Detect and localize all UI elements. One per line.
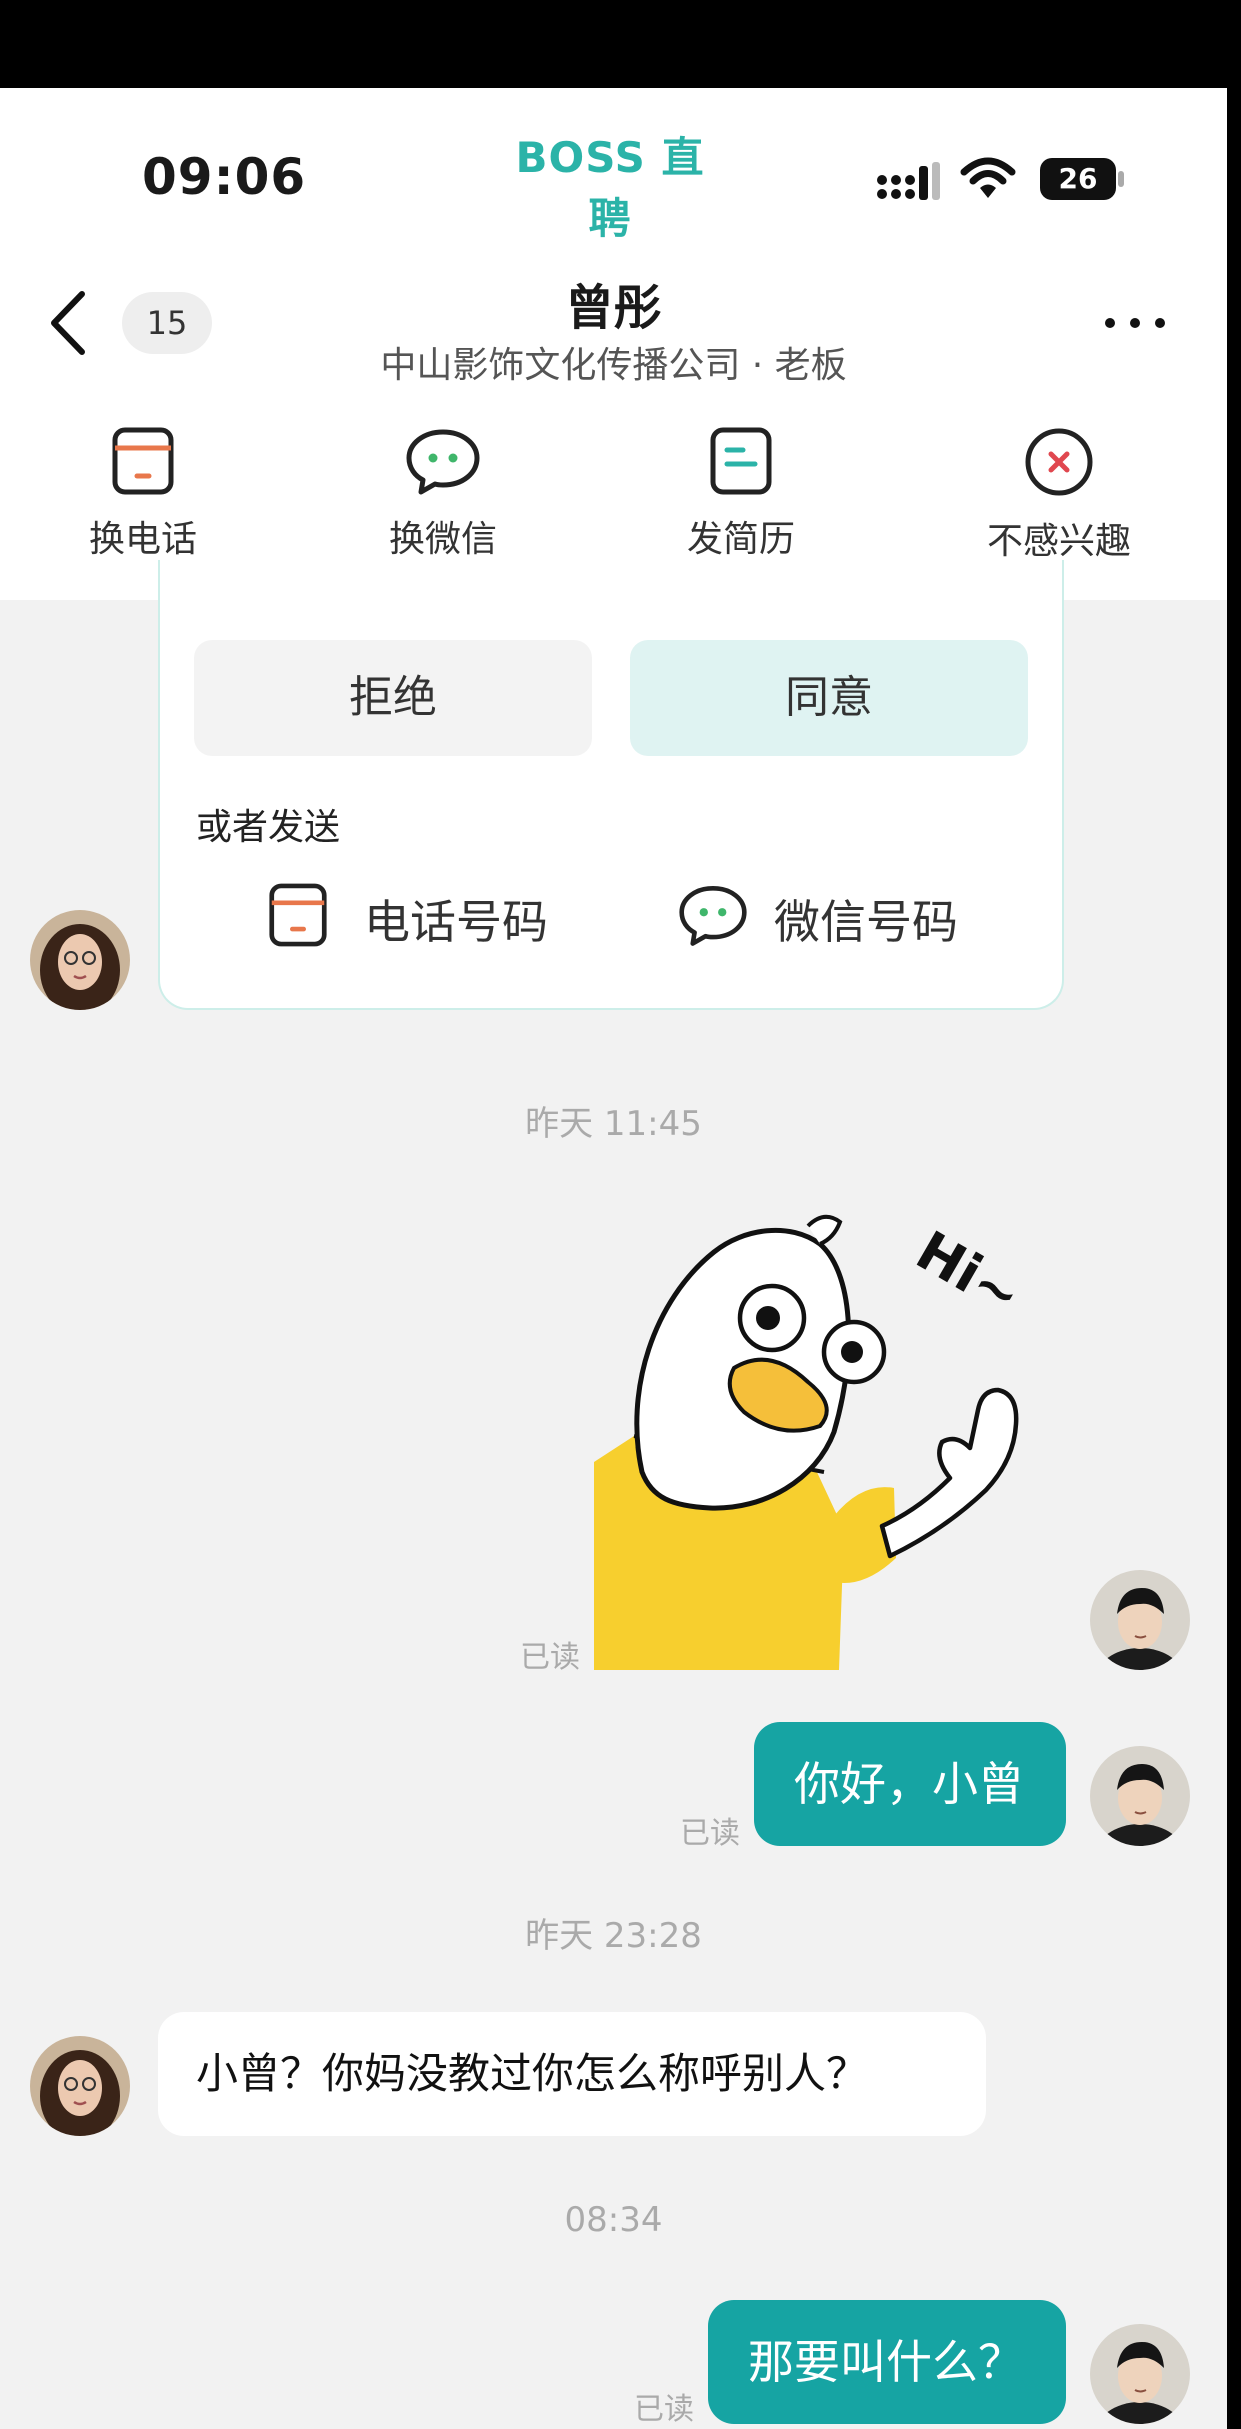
more-options-icon[interactable] xyxy=(1100,298,1170,348)
wechat-icon xyxy=(679,885,747,946)
status-time: 09:06 xyxy=(142,148,307,206)
back-arrow-icon[interactable] xyxy=(44,288,94,358)
contact-request-card: 拒绝 同意 或者发送 电话号码 微信号码 xyxy=(158,560,1064,1010)
phone-card-icon xyxy=(112,427,174,495)
not-interested-icon xyxy=(1025,428,1093,496)
outgoing-message[interactable]: 那要叫什么？ xyxy=(708,2300,1066,2424)
message-timestamp: 昨天 11:45 xyxy=(525,1104,702,1144)
action-label: 换电话 xyxy=(88,519,197,560)
battery-level: 26 xyxy=(1040,158,1116,200)
user-avatar[interactable] xyxy=(1090,2324,1190,2424)
send-wechat-option[interactable]: 微信号码 xyxy=(678,876,998,956)
outgoing-message[interactable]: 你好，小曾 xyxy=(754,1722,1066,1846)
chat-header: 09:06 BOSS 直聘 26 15 曾彤 中山影饰文化传播公司 · 老板 换… xyxy=(0,88,1227,600)
cell-signal-icon xyxy=(877,162,940,200)
wifi-icon xyxy=(960,157,1016,198)
not-interested-button[interactable]: 不感兴趣 xyxy=(954,426,1164,576)
read-receipt: 已读 xyxy=(634,2392,694,2427)
read-receipt: 已读 xyxy=(520,1640,580,1675)
phone-option-label: 电话号码 xyxy=(364,895,548,949)
user-avatar[interactable] xyxy=(1090,1746,1190,1846)
unread-count-badge[interactable]: 15 xyxy=(122,292,212,354)
contact-avatar[interactable] xyxy=(30,2036,130,2136)
phone-card-icon xyxy=(269,883,327,947)
action-label: 不感兴趣 xyxy=(986,521,1131,562)
send-phone-option[interactable]: 电话号码 xyxy=(268,876,568,956)
battery-tip xyxy=(1118,171,1124,187)
contact-name: 曾彤 xyxy=(565,280,662,336)
contact-avatar[interactable] xyxy=(30,910,130,1010)
reject-button[interactable]: 拒绝 xyxy=(194,640,592,756)
screen-top-bar xyxy=(0,0,1241,88)
duck-sticker-image[interactable]: Hi~ xyxy=(594,1210,1054,1670)
action-label: 发简历 xyxy=(686,519,795,560)
resume-icon xyxy=(710,427,772,495)
battery-icon: 26 xyxy=(1040,158,1124,200)
app-brand: BOSS 直聘 xyxy=(515,133,705,243)
incoming-message[interactable]: 小曾？你妈没教过你怎么称呼别人？ xyxy=(158,2012,986,2136)
exchange-wechat-button[interactable]: 换微信 xyxy=(338,426,548,576)
contact-company: 中山影饰文化传播公司 · 老板 xyxy=(380,345,847,386)
or-send-label: 或者发送 xyxy=(196,807,341,848)
message-timestamp: 08:34 xyxy=(564,2200,663,2240)
sticker-text: Hi~ xyxy=(906,1219,1032,1328)
user-avatar[interactable] xyxy=(1090,1570,1190,1670)
send-resume-button[interactable]: 发简历 xyxy=(636,426,846,576)
read-receipt: 已读 xyxy=(680,1816,740,1851)
exchange-phone-button[interactable]: 换电话 xyxy=(38,426,248,576)
message-timestamp: 昨天 23:28 xyxy=(525,1916,702,1956)
wechat-icon xyxy=(406,429,480,495)
action-label: 换微信 xyxy=(388,519,497,560)
screen-edge xyxy=(1227,88,1241,2429)
wechat-option-label: 微信号码 xyxy=(774,895,958,949)
accept-button[interactable]: 同意 xyxy=(630,640,1028,756)
